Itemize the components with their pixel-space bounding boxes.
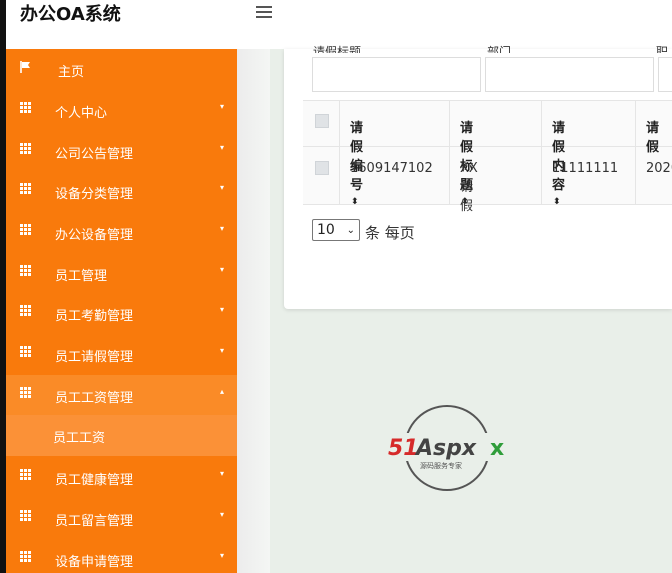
sidebar-item-personal-center[interactable]: 个人中心 ▾ [6,90,237,130]
sidebar-subitem-label: 员工工资 [53,431,106,446]
grid-icon [20,551,32,563]
sidebar-item-label: 员工健康管理 [55,473,134,488]
grid-icon [20,183,32,195]
sidebar-item-label: 员工管理 [55,269,108,284]
sidebar-item-label: 员工考勤管理 [55,309,134,324]
leave-list-card: 请假标题 部门 职 请假编号⬍ 请假标题⬍ 请假内容⬍ 请假 160914710… [284,45,672,309]
svg-text:源码服务专家: 源码服务专家 [420,461,462,470]
grid-icon [20,102,32,114]
filter-label: 请假标题 [313,45,362,53]
grid-icon [20,346,32,358]
chevron-down-icon: ⌄ [346,225,355,236]
watermark-logo: 51 Aspx x 源码服务专家 [386,405,512,491]
sidebar-item-home[interactable]: 主页 [6,49,237,89]
sort-icon: ⬍ [351,197,359,207]
sidebar-item-leave[interactable]: 员工请假管理 ▾ [6,334,237,374]
top-bar: 办公OA系统 [6,0,672,49]
grid-icon [20,224,32,236]
sidebar-item-label: 员工留言管理 [55,514,134,529]
sidebar-item-health[interactable]: 员工健康管理 ▾ [6,457,237,497]
select-all-checkbox[interactable] [315,114,329,128]
svg-text:Aspx: Aspx [414,436,477,461]
position-input[interactable] [658,57,672,92]
chevron-down-icon: ▾ [219,102,224,111]
sidebar: 主页 个人中心 ▾ 公司公告管理 ▾ 设备分类管理 ▾ 办公设备管理 ▾ 员工管… [6,49,237,573]
chevron-down-icon: ▾ [219,510,224,519]
hamburger-menu-icon[interactable] [254,2,274,22]
sidebar-item-label: 设备分类管理 [55,187,134,202]
svg-text:51: 51 [388,436,419,461]
chevron-down-icon: ▾ [219,305,224,314]
grid-icon [20,469,32,481]
sidebar-item-label: 设备申请管理 [55,555,134,570]
chevron-up-icon: ▴ [219,387,224,396]
sidebar-item-messages[interactable]: 员工留言管理 ▾ [6,498,237,538]
cell-leave-title: XX请假 [460,161,478,214]
sidebar-item-attendance[interactable]: 员工考勤管理 ▾ [6,293,237,333]
sidebar-subitem-salary[interactable]: 员工工资 [6,415,237,456]
page-size-select[interactable]: 10 ⌄ [312,219,360,241]
sidebar-item-office-equipment[interactable]: 办公设备管理 ▾ [6,212,237,252]
chevron-down-icon: ▾ [219,224,224,233]
filter-label: 部门 [487,45,512,53]
app-title: 办公OA系统 [20,4,121,25]
sidebar-item-label: 主页 [58,65,85,80]
chevron-down-icon: ▾ [219,265,224,274]
page-size-value: 10 [317,222,335,238]
chevron-down-icon: ▾ [219,143,224,152]
page-size-label: 条 每页 [365,224,415,242]
sidebar-item-label: 个人中心 [55,106,108,121]
chevron-down-icon: ▾ [219,183,224,192]
sidebar-item-announcements[interactable]: 公司公告管理 ▾ [6,131,237,171]
chevron-down-icon: ▾ [219,551,224,560]
grid-icon [20,510,32,522]
sidebar-item-equipment-requests[interactable]: 设备申请管理 ▾ [6,539,237,573]
sidebar-item-employees[interactable]: 员工管理 ▾ [6,253,237,293]
grid-icon [20,387,32,399]
sort-icon: ⬍ [553,197,561,207]
sidebar-item-label: 公司公告管理 [55,147,134,162]
chevron-down-icon: ▾ [219,469,224,478]
filter-label: 职 [656,45,669,53]
flag-icon [20,61,30,73]
cell-leave-id: 1609147102 [350,161,433,176]
column-header-label: 请假编号 [350,121,364,193]
sidebar-item-equipment-category[interactable]: 设备分类管理 ▾ [6,171,237,211]
svg-text:x: x [490,436,504,461]
department-input[interactable] [485,57,654,92]
row-checkbox[interactable] [315,161,329,175]
grid-icon [20,265,32,277]
cell-leave-date: 2020 [646,161,672,176]
grid-icon [20,143,32,155]
sidebar-item-label: 员工工资管理 [55,391,134,406]
column-header-leave-date[interactable]: 请假 [646,117,659,155]
sidebar-item-label: 员工请假管理 [55,350,134,365]
cell-leave-content: 11111111 [552,161,619,176]
grid-icon [20,305,32,317]
leave-title-input[interactable] [312,57,481,92]
content-gutter [237,49,270,573]
column-header-label: 请假 [646,121,660,155]
chevron-down-icon: ▾ [219,346,224,355]
sidebar-item-salary[interactable]: 员工工资管理 ▴ [6,375,237,415]
sidebar-item-label: 办公设备管理 [55,228,134,243]
column-header-label: 请假内容 [552,121,566,193]
